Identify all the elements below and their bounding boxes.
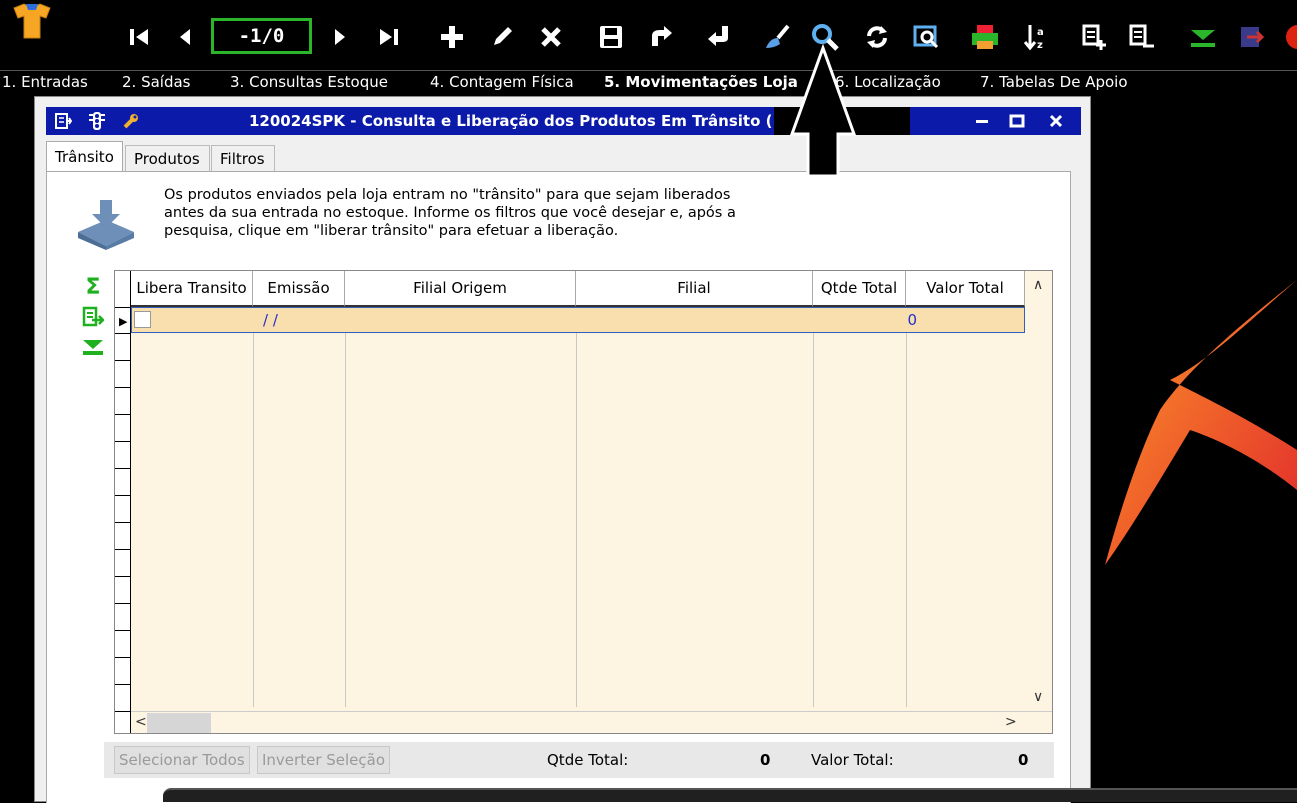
col-header-valor-total[interactable]: Valor Total (906, 271, 1025, 307)
menu-item-consultas-estoque[interactable]: 3. Consultas Estoque (230, 73, 388, 91)
horizontal-scroll-thumb[interactable] (147, 713, 211, 733)
grid-footer: Selecionar Todos Inverter Seleção Qtde T… (104, 742, 1054, 778)
tab-transito[interactable]: Trânsito (46, 141, 123, 171)
prev-icon[interactable] (170, 22, 200, 52)
menu-item-contagem-fisica[interactable]: 4. Contagem Física (430, 73, 574, 91)
menu-item-saidas[interactable]: 2. Saídas (122, 73, 191, 91)
current-row-marker-icon: ▶ (119, 315, 128, 328)
save-icon[interactable] (596, 22, 626, 52)
window-menu-icon[interactable] (52, 110, 74, 132)
col-header-emissao[interactable]: Emissão (253, 271, 345, 307)
preview-icon[interactable] (912, 22, 942, 52)
print-icon[interactable] (970, 22, 1000, 52)
cell-emissao[interactable]: / / (263, 311, 278, 329)
background-logo-icon (1100, 260, 1297, 580)
last-icon[interactable] (374, 22, 404, 52)
table-row[interactable]: / / 0 (131, 307, 1025, 333)
sum-icon[interactable]: Σ (79, 274, 107, 300)
close-app-icon[interactable] (1284, 22, 1297, 52)
window-title: 120024SPK - Consulta e Liberação dos Pro… (249, 112, 773, 130)
first-icon[interactable] (124, 22, 154, 52)
valor-total-label: Valor Total: (811, 751, 894, 769)
menu-bar: 1. Entradas 2. Saídas 3. Consultas Estoq… (0, 70, 1297, 94)
expand-rows-icon[interactable] (79, 334, 107, 360)
info-text: Os produtos enviados pela loja entram no… (164, 187, 736, 239)
maximize-icon[interactable] (1006, 110, 1028, 132)
tab-pane-transito: Os produtos enviados pela loja entram no… (46, 171, 1071, 803)
edit-icon[interactable] (487, 22, 517, 52)
libera-transito-checkbox[interactable] (134, 311, 151, 328)
minimize-icon[interactable] (971, 110, 993, 132)
add-icon[interactable] (437, 22, 467, 52)
svg-text:a: a (1037, 27, 1044, 38)
refresh-icon[interactable] (862, 22, 892, 52)
undo-icon[interactable] (704, 22, 734, 52)
menu-item-entradas[interactable]: 1. Entradas (2, 73, 88, 91)
sort-icon[interactable]: az (1021, 22, 1051, 52)
add-doc-icon[interactable] (1080, 22, 1110, 52)
cell-qtde-total[interactable]: 0 (892, 311, 917, 329)
bottom-panel (163, 788, 1297, 802)
svg-text:z: z (1037, 40, 1043, 51)
select-all-button[interactable]: Selecionar Todos (114, 746, 250, 774)
vertical-scrollbar[interactable]: ∧ ∨ (1025, 271, 1052, 711)
transit-window: 120024SPK - Consulta e Liberação dos Pro… (34, 96, 1091, 803)
tab-filtros[interactable]: Filtros (211, 145, 275, 171)
row-indicator-column (115, 271, 131, 733)
close-icon[interactable] (1045, 110, 1067, 132)
col-header-filial[interactable]: Filial (576, 271, 813, 307)
wrench-icon[interactable] (120, 110, 142, 132)
delete-icon[interactable] (536, 22, 566, 52)
redo-icon[interactable] (646, 22, 676, 52)
pointer-arrow-icon (788, 43, 858, 178)
expand-icon[interactable] (1188, 22, 1218, 52)
scroll-left-icon[interactable]: < (135, 714, 147, 730)
tab-strip: Trânsito Produtos Filtros (46, 139, 1081, 171)
main-toolbar: -1/0 az (0, 0, 1297, 70)
valor-total-value: 0 (1018, 751, 1029, 769)
window-titlebar[interactable]: 120024SPK - Consulta e Liberação dos Pro… (46, 107, 1081, 135)
traffic-light-icon[interactable] (86, 110, 108, 132)
col-header-qtde-total[interactable]: Qtde Total (813, 271, 906, 307)
exit-icon[interactable] (1236, 22, 1266, 52)
menu-item-tabelas-apoio[interactable]: 7. Tabelas De Apoio (980, 73, 1128, 91)
horizontal-scrollbar[interactable]: < > (131, 711, 1052, 733)
remove-doc-icon[interactable] (1127, 22, 1157, 52)
transit-grid[interactable]: ▶ Libera Transito Emissão Filial Origem … (114, 270, 1053, 734)
invert-selection-button[interactable]: Inverter Seleção (257, 746, 391, 774)
app-logo-icon (6, 2, 58, 42)
next-icon[interactable] (325, 22, 355, 52)
col-header-filial-origem[interactable]: Filial Origem (345, 271, 576, 307)
qtde-total-value: 0 (760, 751, 771, 769)
export-icon[interactable] (79, 304, 107, 330)
scroll-up-icon[interactable]: ∧ (1033, 277, 1043, 293)
tab-produtos[interactable]: Produtos (125, 145, 210, 171)
scroll-right-icon[interactable]: > (1005, 714, 1017, 730)
download-tray-icon (74, 198, 138, 250)
scroll-down-icon[interactable]: ∨ (1033, 689, 1043, 705)
qtde-total-label: Qtde Total: (547, 751, 629, 769)
menu-item-movimentacoes-loja[interactable]: 5. Movimentações Loja (604, 73, 798, 91)
col-header-libera-transito[interactable]: Libera Transito (131, 271, 253, 307)
record-navigator[interactable]: -1/0 (211, 18, 312, 54)
